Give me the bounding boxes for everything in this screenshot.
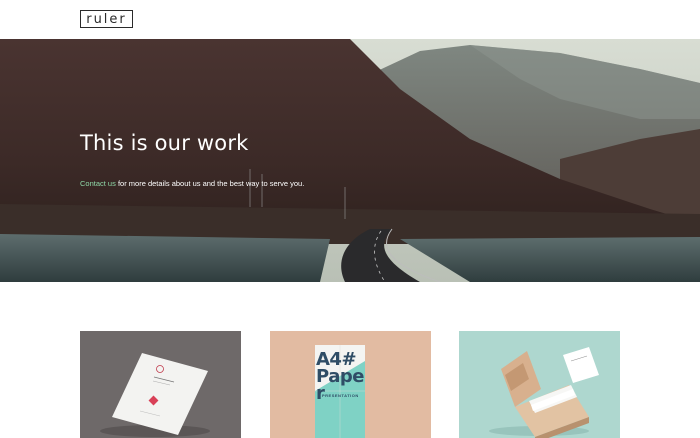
site-header: ruler [0,0,700,39]
portfolio-card-business-cards[interactable] [459,331,620,438]
letterhead-mockup-image [100,353,210,437]
poster-caption: PRESENTATION [322,393,359,398]
business-card-box-image [489,347,599,438]
hero-landscape-image [0,39,700,282]
hero-title: This is our work [80,131,249,155]
hero-banner: This is our work Contact us for more det… [0,39,700,282]
hero-subtitle: Contact us for more details about us and… [80,179,304,188]
portfolio-card-a4-paper[interactable]: A4# Pape r PRESENTATION [270,331,431,438]
portfolio-card-letterhead[interactable] [80,331,241,438]
logo[interactable]: ruler [80,10,133,28]
hero-subtitle-text: for more details about us and the best w… [115,179,305,188]
contact-us-link[interactable]: Contact us [80,179,116,188]
